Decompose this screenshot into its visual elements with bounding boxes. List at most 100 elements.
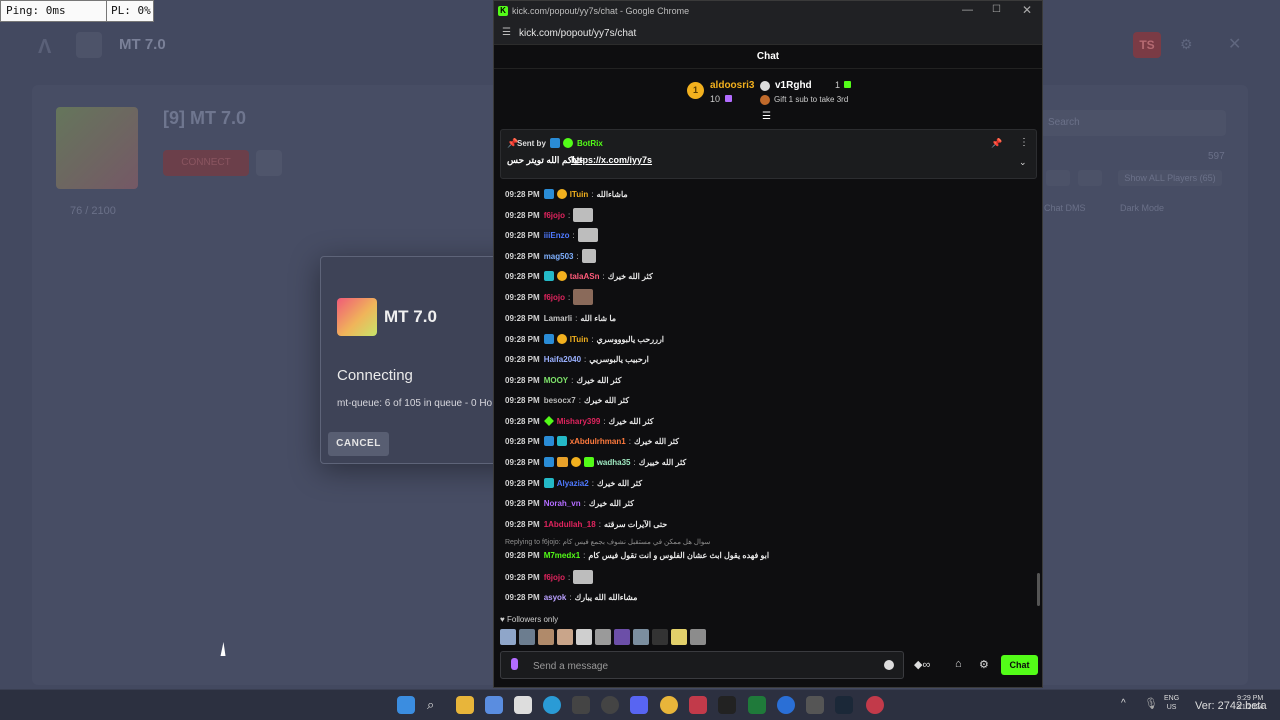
launcher-icon[interactable] xyxy=(689,696,707,714)
emote-image xyxy=(581,249,596,263)
avatar[interactable] xyxy=(690,629,706,645)
message-time: 09:28 PM xyxy=(505,478,540,488)
discord-icon[interactable] xyxy=(630,696,648,714)
file-explorer-icon[interactable] xyxy=(456,696,474,714)
url-text[interactable]: kick.com/popout/yy7s/chat xyxy=(519,28,636,39)
store-app-icon[interactable] xyxy=(514,696,532,714)
send-chat-button[interactable]: Chat xyxy=(1001,655,1038,675)
server-thumbnail xyxy=(56,107,138,189)
kicks-icon[interactable]: ◆∞ xyxy=(914,658,930,671)
avatar[interactable] xyxy=(595,629,611,645)
site-info-icon[interactable]: ☰ xyxy=(502,27,511,38)
emoji-icon[interactable] xyxy=(884,660,894,670)
message-username[interactable]: ITuin xyxy=(570,190,589,199)
store-icon[interactable]: ⌂ xyxy=(955,658,962,670)
avatar[interactable] xyxy=(652,629,668,645)
dark-mode-toggle[interactable]: Dark Mode xyxy=(1120,203,1164,213)
message-username[interactable]: wadha35 xyxy=(597,458,631,467)
app-icon[interactable] xyxy=(572,696,590,714)
app-icon[interactable] xyxy=(806,696,824,714)
cancel-button[interactable]: CANCEL xyxy=(328,432,389,456)
message-username[interactable]: M7medx1 xyxy=(544,551,580,560)
filter-chip[interactable] xyxy=(1078,170,1102,186)
leader-second-name[interactable]: v1Rghd xyxy=(775,80,812,91)
settings-gear-icon[interactable]: ⚙ xyxy=(1180,36,1193,53)
message-composer[interactable] xyxy=(500,651,904,679)
microphone-icon[interactable]: 🎙 xyxy=(1144,697,1158,710)
pinned-bot-name[interactable]: BotRix xyxy=(577,139,603,148)
chrome-icon[interactable] xyxy=(660,696,678,714)
message-username[interactable]: Alyazia2 xyxy=(557,479,589,488)
avatar[interactable] xyxy=(538,629,554,645)
close-icon[interactable]: ✕ xyxy=(1228,34,1241,54)
message-input[interactable] xyxy=(533,658,863,674)
message-username[interactable]: xAbdulrhman1 xyxy=(570,437,626,446)
leader-first-name[interactable]: aldoosri3 xyxy=(710,80,754,91)
avatar[interactable] xyxy=(557,629,573,645)
message-username[interactable]: 1Abdullah_18 xyxy=(544,520,596,529)
avatar[interactable] xyxy=(614,629,630,645)
excel-icon[interactable] xyxy=(748,696,766,714)
avatar[interactable] xyxy=(500,629,516,645)
pinned-message: 📌 Sent by BotRix https://x.com/iyy7s حيا… xyxy=(500,129,1037,179)
message-username[interactable]: asyok xyxy=(544,593,567,602)
message-username[interactable]: f6jojo xyxy=(544,573,565,582)
more-options-icon[interactable]: ⋮ xyxy=(1019,137,1029,148)
message-username[interactable]: f6jojo xyxy=(544,211,565,220)
app-icon[interactable] xyxy=(601,696,619,714)
server-option-button[interactable] xyxy=(256,150,282,176)
search-input[interactable]: Search xyxy=(1040,110,1226,136)
minimize-icon[interactable]: — xyxy=(962,4,973,16)
start-icon[interactable] xyxy=(397,696,415,714)
avatar[interactable] xyxy=(519,629,535,645)
message-username[interactable]: mag503 xyxy=(544,252,574,261)
chat-dms-toggle[interactable]: Chat DMS xyxy=(1044,203,1086,213)
avatar[interactable] xyxy=(671,629,687,645)
message-text: كثر الله خيرك xyxy=(583,395,629,405)
launcher-menu-button[interactable] xyxy=(76,32,102,58)
launcher-title: MT 7.0 xyxy=(119,36,166,53)
search-icon[interactable]: ⌕ xyxy=(427,696,445,714)
avatar[interactable] xyxy=(633,629,649,645)
url-bar[interactable]: ☰ kick.com/popout/yy7s/chat xyxy=(494,23,1042,45)
gift-badge-icon xyxy=(583,457,594,467)
language-region: US xyxy=(1166,704,1177,711)
language-indicator[interactable]: ENG US xyxy=(1164,694,1179,712)
gift-badge-icon xyxy=(556,334,567,344)
app-icon[interactable] xyxy=(718,696,736,714)
chat-scrollbar[interactable] xyxy=(1037,573,1040,606)
clock[interactable]: 9:29 PM 3/1/2024 xyxy=(1236,694,1263,712)
app-icon[interactable] xyxy=(777,696,795,714)
message-username[interactable]: Mishary399 xyxy=(557,417,601,426)
copilot-icon[interactable] xyxy=(485,696,503,714)
chevron-down-icon[interactable]: ⌄ xyxy=(1019,157,1027,168)
message-username[interactable]: ITuin xyxy=(570,335,589,344)
message-username[interactable]: f6jojo xyxy=(544,293,565,302)
maximize-icon[interactable]: ☐ xyxy=(992,4,1001,15)
avatar[interactable] xyxy=(576,629,592,645)
app-icon[interactable] xyxy=(866,696,884,714)
message-time: 09:28 PM xyxy=(505,313,540,323)
unpin-icon[interactable]: 📌 xyxy=(991,138,1002,149)
reply-context[interactable]: Replying to f6jojo: سوال هل ممكن في مستق… xyxy=(505,538,710,546)
steam-icon[interactable] xyxy=(835,696,853,714)
tray-overflow-icon[interactable]: ^ xyxy=(1121,698,1126,709)
window-close-icon[interactable]: ✕ xyxy=(1022,3,1032,17)
message-username[interactable]: besocx7 xyxy=(544,396,576,405)
message-username[interactable]: Lamarli xyxy=(544,314,572,323)
expand-leaderboard-icon[interactable]: ☰ xyxy=(762,111,771,122)
teamspeak-button[interactable]: TS xyxy=(1133,32,1161,58)
connect-button[interactable]: CONNECT xyxy=(163,150,249,176)
message-username[interactable]: Haifa2040 xyxy=(544,355,581,364)
microphone-icon[interactable] xyxy=(511,658,518,670)
show-all-players-chip[interactable]: Show ALL Players (65) xyxy=(1118,170,1222,186)
message-username[interactable]: MOOY xyxy=(544,376,568,385)
filter-chip[interactable] xyxy=(1046,170,1070,186)
chat-settings-icon[interactable]: ⚙ xyxy=(979,658,989,671)
followers-only-label: Followers only xyxy=(506,615,559,624)
message-username[interactable]: talaASn xyxy=(570,272,600,281)
edge-icon[interactable] xyxy=(543,696,561,714)
window-title: kick.com/popout/yy7s/chat - Google Chrom… xyxy=(512,6,690,16)
message-username[interactable]: iiiEnzo xyxy=(544,231,570,240)
message-username[interactable]: Norah_vn xyxy=(544,499,581,508)
